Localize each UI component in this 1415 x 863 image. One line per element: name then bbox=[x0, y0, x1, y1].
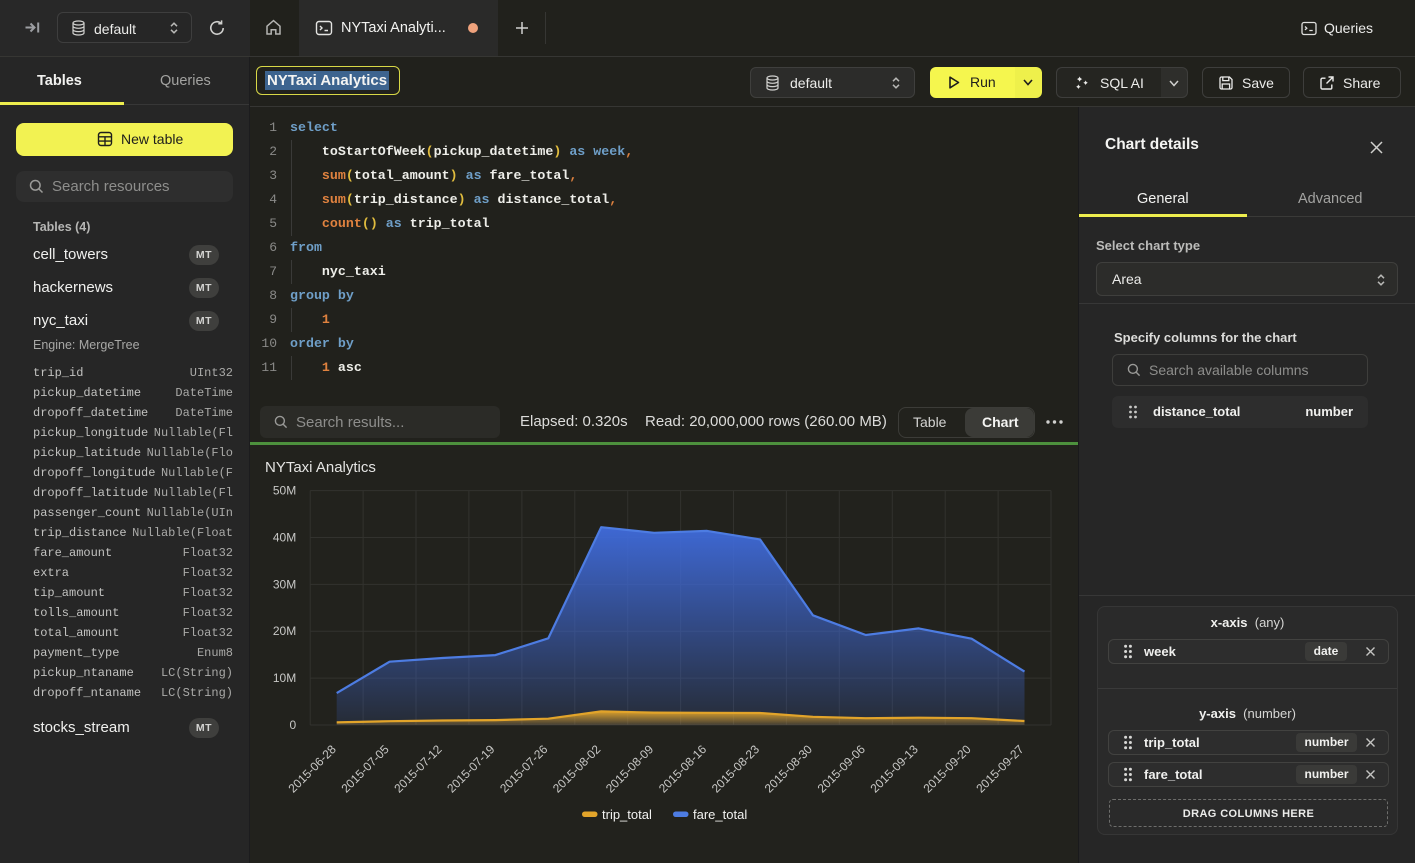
svg-text:2015-07-12: 2015-07-12 bbox=[391, 742, 445, 796]
svg-text:2015-07-26: 2015-07-26 bbox=[497, 742, 551, 796]
svg-text:40M: 40M bbox=[273, 531, 296, 545]
svg-text:2015-09-27: 2015-09-27 bbox=[973, 742, 1027, 796]
svg-text:2015-09-06: 2015-09-06 bbox=[815, 742, 869, 796]
svg-text:30M: 30M bbox=[273, 577, 296, 591]
svg-text:trip_total: trip_total bbox=[602, 807, 652, 822]
svg-text:2015-08-02: 2015-08-02 bbox=[550, 742, 604, 796]
svg-text:2015-08-09: 2015-08-09 bbox=[603, 742, 657, 796]
svg-text:fare_total: fare_total bbox=[693, 807, 747, 822]
svg-text:2015-06-28: 2015-06-28 bbox=[286, 742, 340, 796]
svg-text:2015-07-19: 2015-07-19 bbox=[444, 742, 498, 796]
svg-text:10M: 10M bbox=[273, 671, 296, 685]
svg-text:50M: 50M bbox=[273, 484, 296, 498]
svg-text:2015-09-20: 2015-09-20 bbox=[920, 742, 974, 796]
svg-text:2015-08-23: 2015-08-23 bbox=[709, 742, 763, 796]
svg-text:2015-09-13: 2015-09-13 bbox=[868, 742, 922, 796]
svg-text:20M: 20M bbox=[273, 624, 296, 638]
svg-text:2015-08-30: 2015-08-30 bbox=[762, 742, 816, 796]
svg-text:2015-07-05: 2015-07-05 bbox=[338, 742, 392, 796]
svg-text:2015-08-16: 2015-08-16 bbox=[656, 742, 710, 796]
svg-text:0: 0 bbox=[290, 718, 297, 732]
